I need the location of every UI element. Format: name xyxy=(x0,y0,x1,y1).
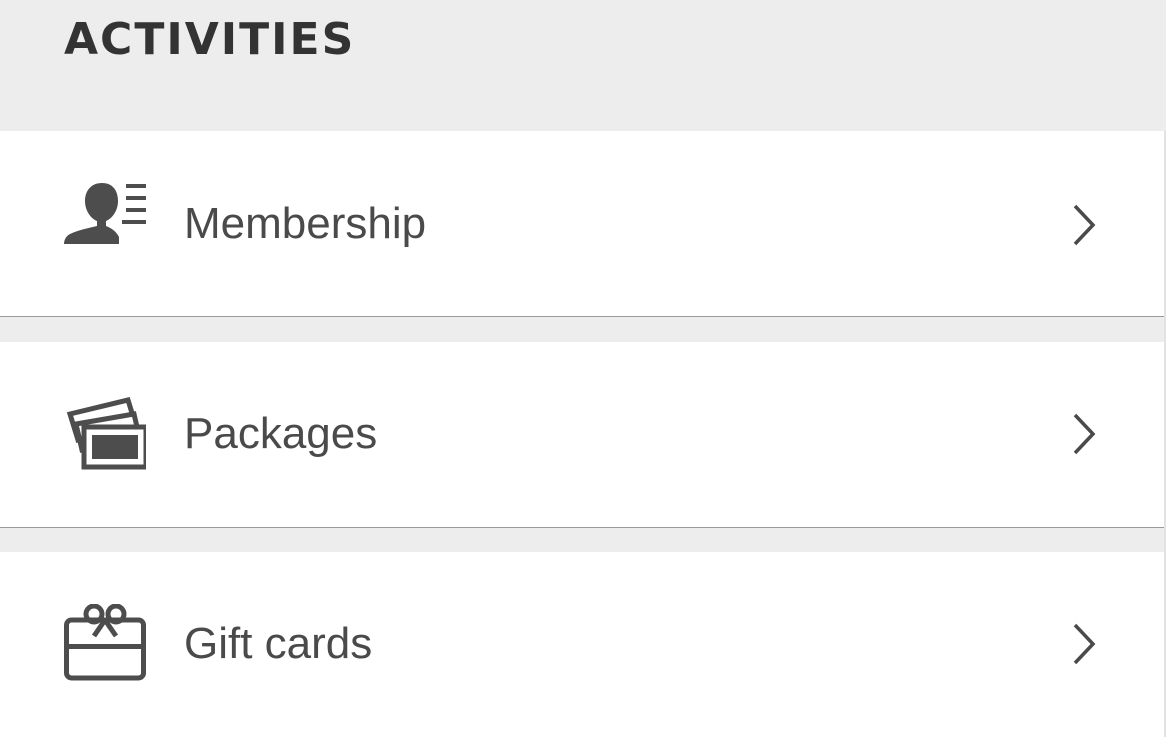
packages-row[interactable]: Packages xyxy=(0,342,1166,528)
gift-cards-label: Gift cards xyxy=(184,619,373,668)
chevron-right-icon xyxy=(1073,204,1096,246)
packages-label: Packages xyxy=(184,409,378,458)
page-header: ACTIVITIES xyxy=(0,0,1166,131)
packages-icon xyxy=(66,397,146,470)
gift-cards-row[interactable]: Gift cards xyxy=(0,552,1166,737)
activities-page: ACTIVITIES Membership Packages Gift card… xyxy=(0,0,1166,737)
membership-label: Membership xyxy=(184,199,427,248)
gift-card-icon xyxy=(64,604,146,681)
chevron-right-icon xyxy=(1073,623,1096,665)
page-title: ACTIVITIES xyxy=(64,14,356,65)
chevron-right-icon xyxy=(1073,413,1096,455)
membership-row[interactable]: Membership xyxy=(0,131,1166,317)
membership-icon xyxy=(64,183,146,244)
